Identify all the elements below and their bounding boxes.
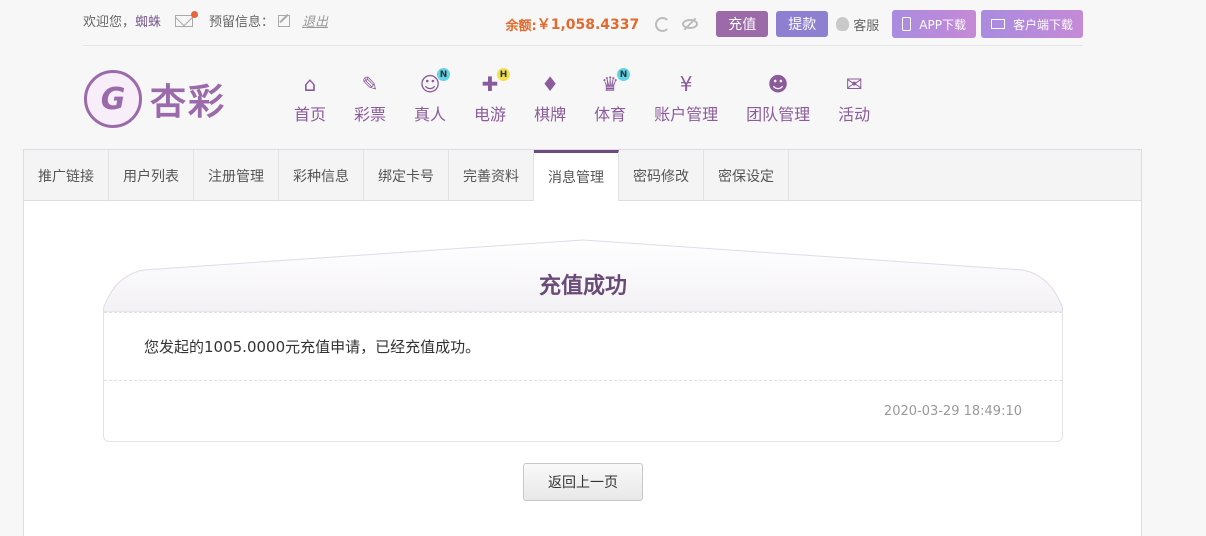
nav-label: 真人 [414,105,447,124]
main-nav: ⌂ 首页 ✎ 彩票 ☺ N 真人 ✚ H 电游 ♦ 棋牌 ♛ N 体育 ¥ 账户管理 ☻ 团队管理 ✉ 活动 [280,68,884,125]
logout-link[interactable]: 退出 [302,11,328,30]
phone-icon [902,17,912,31]
home-icon: ⌂ [298,72,322,96]
site-logo[interactable]: G 杏彩 [84,70,226,128]
balance-value: ￥1,058.4337 [536,17,640,33]
gift-icon: ✉ [842,72,866,96]
subnav-tab-2[interactable]: 注册管理 [194,150,279,201]
nav-item-8[interactable]: ✉ 活动 [824,72,884,125]
nav-label: 活动 [838,105,871,124]
subnav-tab-1[interactable]: 用户列表 [109,150,194,201]
home-icon-glyph: ⌂ [303,72,317,96]
subnav-tab-0[interactable]: 推广链接 [24,150,109,201]
nav-label: 首页 [294,105,327,124]
gamepad-icon-glyph: ✚ [481,72,499,96]
monitor-icon [990,19,1005,29]
app-download-label: APP下载 [919,17,966,32]
account-icon-glyph: ¥ [679,72,693,96]
nav-badge: N [437,68,451,81]
account-icon: ¥ [674,72,698,96]
subnav-tab-7[interactable]: 密码修改 [619,150,704,201]
nav-item-4[interactable]: ♦ 棋牌 [520,72,580,125]
customer-service-link[interactable]: 客服 [836,15,879,34]
ticket-icon: ✎ [358,72,382,96]
message-card: 充值成功 您发起的1005.0000元充值申请，已经充值成功。 2020-03-… [103,238,1063,442]
trophy-icon: ♛ N [598,68,631,96]
envelope-header: 充值成功 [103,238,1063,312]
nav-label: 体育 [594,105,627,124]
user-info: 欢迎您， 蜘蛛 预留信息： 退出 [83,10,328,30]
subnav-tab-8[interactable]: 密保设定 [704,150,789,201]
subnav-tab-4[interactable]: 绑定卡号 [364,150,449,201]
nav-item-1[interactable]: ✎ 彩票 [340,72,400,125]
back-button[interactable]: 返回上一页 [523,463,643,501]
message-body-box: 您发起的1005.0000元充值申请，已经充值成功。 2020-03-29 18… [103,312,1063,442]
logo-text: 杏彩 [150,81,227,123]
balance-label: 余额: [505,18,537,34]
unread-dot [191,10,199,18]
edit-icon[interactable] [278,14,291,27]
app-download-button[interactable]: APP下载 [892,10,976,38]
gamepad-icon: ✚ H [478,68,511,96]
client-download-button[interactable]: 客户端下载 [980,10,1083,38]
subnav-tab-3[interactable]: 彩种信息 [279,150,364,201]
sub-nav: 推广链接 用户列表 注册管理 彩种信息 绑定卡号 完善资料 消息管理 密码修改 密保设定 [24,150,1141,201]
nav-item-7[interactable]: ☻ 团队管理 [732,72,824,125]
message-text: 您发起的1005.0000元充值申请，已经充值成功。 [104,312,1062,381]
message-title: 充值成功 [538,274,627,299]
nav-label: 团队管理 [746,105,811,124]
mail-icon[interactable] [175,10,199,27]
nav-item-5[interactable]: ♛ N 体育 [580,68,640,125]
live-dealer-icon: ☺ N [418,68,451,96]
reserved-info-label: 预留信息： [209,15,275,30]
charge-button[interactable]: 充值 [716,11,769,37]
service-icon [836,17,850,31]
nav-item-0[interactable]: ⌂ 首页 [280,72,340,125]
nav-badge: N [617,68,631,81]
team-icon-glyph: ☻ [767,72,789,96]
message-timestamp: 2020-03-29 18:49:10 [883,403,1022,419]
top-bar: 欢迎您， 蜘蛛 预留信息： 退出 余额: ￥1,058.4337 充值 提款 客… [83,0,1083,46]
team-icon: ☻ [766,72,790,96]
nav-item-6[interactable]: ¥ 账户管理 [640,72,732,125]
username[interactable]: 蜘蛛 [135,11,161,30]
client-download-label: 客户端下载 [1012,17,1073,32]
hide-balance-icon[interactable] [682,19,699,29]
nav-label: 账户管理 [654,105,719,124]
cards-icon-glyph: ♦ [541,72,560,96]
cards-icon: ♦ [538,72,562,96]
account-actions: 余额: ￥1,058.4337 充值 提款 客服 APP下载 客户端下载 [505,10,1083,38]
nav-item-3[interactable]: ✚ H 电游 [460,68,520,125]
withdraw-button[interactable]: 提款 [776,11,829,37]
nav-item-2[interactable]: ☺ N 真人 [400,68,460,125]
subnav-tab-5[interactable]: 完善资料 [449,150,534,201]
nav-label: 棋牌 [534,105,567,124]
welcome-text: 欢迎您， [83,15,136,30]
ticket-icon-glyph: ✎ [361,72,379,96]
nav-label: 彩票 [354,105,387,124]
service-label: 客服 [853,18,880,34]
refresh-icon[interactable] [655,16,671,32]
nav-label: 电游 [474,105,507,124]
logo-mark: G [84,70,142,128]
nav-badge: H [497,68,511,81]
content-panel: 推广链接 用户列表 注册管理 彩种信息 绑定卡号 完善资料 消息管理 密码修改 密保设定 充值成… [23,149,1142,536]
subnav-tab-6[interactable]: 消息管理 [534,150,619,201]
gift-icon-glyph: ✉ [845,72,863,96]
